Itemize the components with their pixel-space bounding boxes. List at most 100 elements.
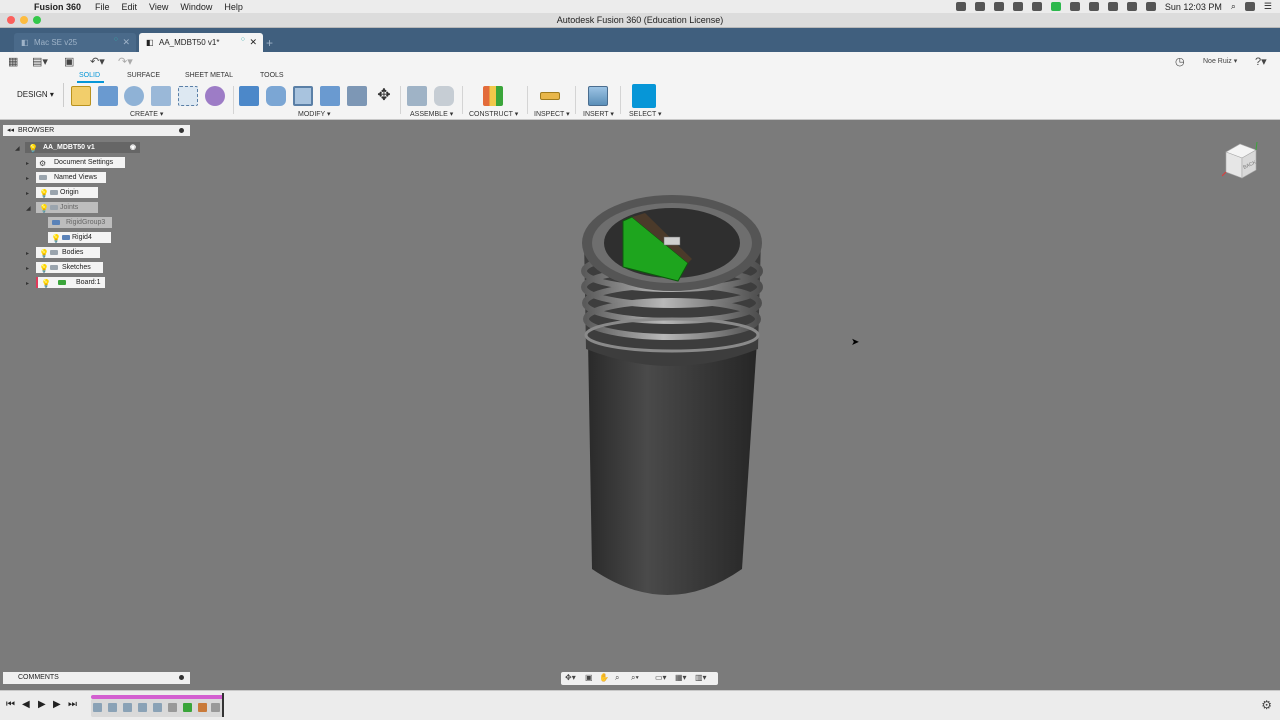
visibility-bulb-icon[interactable]: 💡	[51, 233, 61, 244]
browser-panel-header[interactable]: ◂◂ BROWSER	[3, 125, 190, 136]
extrude-icon[interactable]	[98, 86, 118, 106]
timeline-feature-icon[interactable]	[138, 703, 147, 712]
tab-sheet-metal[interactable]: SHEET METAL	[185, 72, 233, 79]
comments-panel-header[interactable]: COMMENTS	[3, 672, 190, 684]
visibility-bulb-icon[interactable]: 💡	[28, 143, 38, 154]
create-sketch-icon[interactable]	[71, 86, 91, 106]
tab-tools[interactable]: TOOLS	[260, 72, 284, 79]
notification-center-icon[interactable]: ☰	[1264, 1, 1272, 12]
collapse-panel-icon[interactable]: ◂◂	[7, 125, 14, 136]
status-green-app-icon[interactable]	[1050, 2, 1061, 11]
menu-edit[interactable]: Edit	[122, 2, 138, 12]
save-icon[interactable]: ▣	[64, 55, 74, 68]
browser-node-document-settings[interactable]: ⚙ Document Settings	[36, 157, 125, 168]
status-record-icon[interactable]	[1031, 2, 1042, 11]
zoom-icon[interactable]: ⌕	[615, 673, 619, 683]
visibility-bulb-icon[interactable]: 💡	[41, 278, 51, 289]
window-close-button[interactable]	[7, 16, 15, 24]
browser-node-joints[interactable]: 💡 Joints	[36, 202, 98, 213]
timeline-feature-icon[interactable]	[123, 703, 132, 712]
form-icon[interactable]	[205, 86, 225, 106]
expand-root-icon[interactable]: ◢	[15, 145, 20, 152]
help-icon[interactable]: ?▾	[1255, 55, 1267, 68]
visibility-bulb-icon[interactable]: 💡	[39, 263, 49, 274]
pin-panel-icon[interactable]	[179, 128, 184, 133]
offset-plane-icon[interactable]	[483, 86, 503, 106]
orbit-icon[interactable]: ✥▾	[565, 673, 576, 682]
status-clipboard-icon[interactable]	[1069, 2, 1080, 11]
menu-view[interactable]: View	[149, 2, 168, 12]
timeline-feature-icon[interactable]	[183, 703, 192, 712]
status-dropbox-icon[interactable]	[993, 2, 1004, 11]
status-bluetooth-icon[interactable]	[1107, 2, 1118, 11]
split-body-icon[interactable]	[347, 86, 367, 106]
app-menu[interactable]: Fusion 360	[34, 2, 81, 12]
go-to-end-icon[interactable]: ⏭	[68, 699, 77, 710]
browser-root-node[interactable]: 💡 AA_MDBT50 v1 ◉	[25, 142, 140, 153]
fillet-icon[interactable]	[266, 86, 286, 106]
tab-mac-se[interactable]: ◧ Mac SE v25 ○ ✕	[14, 33, 136, 52]
step-back-icon[interactable]: ◀	[22, 699, 30, 710]
press-pull-icon[interactable]	[239, 86, 259, 106]
tab-surface[interactable]: SURFACE	[127, 72, 160, 79]
select-group-menu[interactable]: SELECT ▾	[629, 110, 662, 118]
visibility-bulb-icon[interactable]: 💡	[39, 203, 49, 214]
status-chat-icon[interactable]	[974, 2, 985, 11]
new-tab-icon[interactable]: +	[266, 36, 273, 50]
tab-aa-mdbt50[interactable]: ◧ AA_MDBT50 v1* ○ ✕	[139, 33, 263, 52]
shell-icon[interactable]	[293, 86, 313, 106]
pan-icon[interactable]: ✋	[599, 673, 609, 682]
expand-icon[interactable]: ▸	[26, 175, 29, 182]
status-wifi-icon[interactable]	[1126, 2, 1137, 11]
workspace-switcher-button[interactable]: DESIGN ▾	[8, 83, 64, 107]
close-tab-icon[interactable]: ✕	[122, 37, 130, 48]
user-account-menu[interactable]: Noe Ruiz ▾	[1203, 57, 1237, 65]
new-component-icon[interactable]	[407, 86, 427, 106]
timeline-features[interactable]	[91, 699, 224, 717]
visibility-bulb-icon[interactable]: 💡	[39, 188, 49, 199]
create-group-menu[interactable]: CREATE ▾	[130, 110, 163, 118]
browser-node-bodies[interactable]: 💡 Bodies	[36, 247, 100, 258]
expand-icon[interactable]: ▸	[26, 280, 29, 287]
timeline-feature-icon[interactable]	[93, 703, 102, 712]
browser-node-named-views[interactable]: Named Views	[36, 172, 106, 183]
model-canvas[interactable]	[0, 121, 1280, 690]
status-timemachine-icon[interactable]	[1088, 2, 1099, 11]
cylinder-body[interactable]	[588, 341, 757, 595]
modify-group-menu[interactable]: MODIFY ▾	[298, 110, 331, 118]
browser-node-board[interactable]: 💡 Board:1	[36, 277, 105, 288]
fit-icon[interactable]: ⌕▾	[631, 673, 639, 683]
file-menu-icon[interactable]: ▤▾	[32, 55, 48, 68]
menu-window[interactable]: Window	[180, 2, 212, 12]
expand-icon[interactable]: ▸	[26, 250, 29, 257]
go-to-start-icon[interactable]: ⏮	[6, 699, 15, 710]
status-flag-icon[interactable]	[1145, 2, 1156, 11]
expand-icon[interactable]: ▸	[26, 265, 29, 272]
display-settings-icon[interactable]: ▭▾	[655, 673, 667, 682]
undo-icon[interactable]: ↶▾	[90, 55, 105, 68]
board-chip[interactable]	[663, 236, 681, 246]
status-screen-icon[interactable]	[955, 2, 966, 11]
move-icon[interactable]: ✥	[374, 86, 394, 106]
step-forward-icon[interactable]: ▶	[53, 699, 61, 710]
construct-group-menu[interactable]: CONSTRUCT ▾	[469, 110, 518, 118]
window-minimize-button[interactable]	[20, 16, 28, 24]
look-at-icon[interactable]: ▣	[585, 673, 593, 682]
sweep-icon[interactable]	[151, 86, 171, 106]
play-icon[interactable]: ▶	[38, 699, 46, 710]
status-app-icon[interactable]	[1012, 2, 1023, 11]
menu-file[interactable]: File	[95, 2, 110, 12]
timeline-joint-icon[interactable]	[211, 703, 220, 712]
browser-node-rigidgroup3[interactable]: RigidGroup3	[48, 217, 112, 228]
menubar-clock[interactable]: Sun 12:03 PM	[1165, 2, 1222, 12]
view-cube[interactable]: BACK	[1222, 142, 1258, 180]
viewports-icon[interactable]: ▥▾	[695, 673, 707, 682]
measure-icon[interactable]	[540, 92, 560, 100]
redo-icon[interactable]: ↷▾	[118, 55, 133, 68]
timeline-joint-icon[interactable]	[198, 703, 207, 712]
browser-node-origin[interactable]: 💡 Origin	[36, 187, 98, 198]
select-icon[interactable]	[632, 84, 656, 108]
tab-solid[interactable]: SOLID	[79, 72, 100, 79]
pattern-icon[interactable]	[178, 86, 198, 106]
pin-panel-icon[interactable]	[179, 675, 184, 680]
